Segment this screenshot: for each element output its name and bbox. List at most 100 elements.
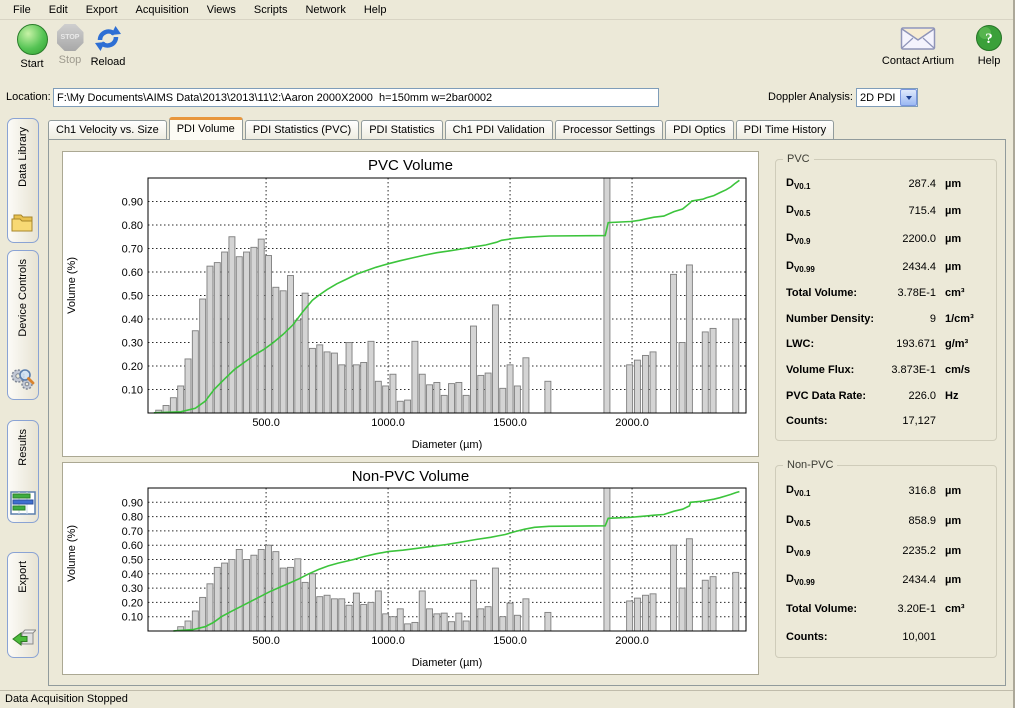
stat-unit: µm bbox=[936, 233, 961, 245]
tab-pdi-time-history[interactable]: PDI Time History bbox=[736, 120, 835, 139]
stat-label: DV0.99 bbox=[786, 573, 884, 587]
doppler-analysis-value: 2D PDI bbox=[857, 92, 900, 104]
stat-label: DV0.9 bbox=[786, 544, 884, 558]
svg-text:0.70: 0.70 bbox=[122, 244, 143, 256]
start-label: Start bbox=[20, 58, 43, 70]
tab-processor-settings[interactable]: Processor Settings bbox=[555, 120, 663, 139]
stat-unit: µm bbox=[936, 574, 961, 586]
tab-pdi-volume[interactable]: PDI Volume bbox=[169, 117, 243, 140]
menu-item-file[interactable]: File bbox=[4, 1, 40, 19]
menu-item-edit[interactable]: Edit bbox=[40, 1, 77, 19]
stat-label: DV0.99 bbox=[786, 260, 884, 274]
stat-row: DV0.5715.4µm bbox=[776, 204, 996, 218]
stat-label: LWC: bbox=[786, 338, 884, 350]
tab-pdi-statistics-pvc[interactable]: PDI Statistics (PVC) bbox=[245, 120, 359, 139]
menu-item-acquisition[interactable]: Acquisition bbox=[127, 1, 198, 19]
sidebar-item-data-library[interactable]: Data Library bbox=[7, 118, 39, 243]
stop-glyph: STOP bbox=[61, 34, 80, 41]
svg-text:?: ? bbox=[985, 31, 993, 47]
stat-row: Counts:10,001 bbox=[776, 631, 996, 643]
chart-icon bbox=[10, 491, 36, 518]
svg-text:0.80: 0.80 bbox=[122, 512, 143, 524]
stat-unit: g/m³ bbox=[936, 338, 968, 350]
stat-unit: 1/cm³ bbox=[936, 313, 974, 325]
stat-value: 17,127 bbox=[884, 415, 936, 427]
stat-unit: Hz bbox=[936, 390, 958, 402]
reload-icon bbox=[93, 24, 123, 53]
svg-text:0.60: 0.60 bbox=[122, 267, 143, 279]
stat-label: Total Volume: bbox=[786, 287, 884, 299]
sidebar-item-export[interactable]: Export bbox=[7, 552, 39, 658]
pvc-stats-groupbox: PVC DV0.1287.4µmDV0.5715.4µmDV0.92200.0µ… bbox=[775, 159, 997, 441]
svg-text:1500.0: 1500.0 bbox=[493, 635, 527, 647]
stat-row: Number Density:91/cm³ bbox=[776, 313, 996, 325]
svg-text:0.70: 0.70 bbox=[122, 526, 143, 538]
export-icon bbox=[10, 626, 36, 653]
stat-row: DV0.92235.2µm bbox=[776, 544, 996, 558]
svg-text:0.90: 0.90 bbox=[122, 197, 143, 209]
menu-item-network[interactable]: Network bbox=[296, 1, 354, 19]
sidebar-item-device-controls[interactable]: Device Controls bbox=[7, 250, 39, 400]
reload-button[interactable]: Reload bbox=[80, 24, 136, 68]
stat-row: LWC:193.671g/m³ bbox=[776, 338, 996, 350]
tab-pdi-statistics[interactable]: PDI Statistics bbox=[361, 120, 442, 139]
stat-value: 193.671 bbox=[884, 338, 936, 350]
sidebar-item-label: Data Library bbox=[17, 127, 29, 187]
folder-icon bbox=[10, 211, 36, 238]
tab-page-pdi-volume: PVC Volume Volume (%) 0.100.200.300.400.… bbox=[48, 139, 1006, 686]
stat-label: Number Density: bbox=[786, 313, 884, 325]
svg-text:0.60: 0.60 bbox=[122, 540, 143, 552]
chevron-down-icon[interactable] bbox=[900, 89, 917, 106]
stat-label: Counts: bbox=[786, 631, 884, 643]
stat-row: Total Volume:3.20E-1cm³ bbox=[776, 603, 996, 615]
stat-value: 9 bbox=[884, 313, 936, 325]
tab-ch1-pdi-validation[interactable]: Ch1 PDI Validation bbox=[445, 120, 553, 139]
pvc-volume-chart-panel: PVC Volume Volume (%) 0.100.200.300.400.… bbox=[62, 151, 759, 457]
stat-row: DV0.5858.9µm bbox=[776, 514, 996, 528]
svg-text:0.50: 0.50 bbox=[122, 555, 143, 567]
nonpvc-chart-xlabel: Diameter (µm) bbox=[148, 657, 746, 669]
stat-row: DV0.1316.8µm bbox=[776, 484, 996, 498]
stat-row: Total Volume:3.78E-1cm³ bbox=[776, 287, 996, 299]
stat-value: 2434.4 bbox=[884, 261, 936, 273]
tab-ch1-velocity-vs-size[interactable]: Ch1 Velocity vs. Size bbox=[48, 120, 167, 139]
location-label: Location: bbox=[6, 91, 51, 103]
sidebar-item-label: Results bbox=[17, 429, 29, 466]
sidebar: Data Library Device Controls Results Export bbox=[0, 115, 47, 688]
menu-item-scripts[interactable]: Scripts bbox=[245, 1, 297, 19]
menu-item-export[interactable]: Export bbox=[77, 1, 127, 19]
stat-label: Counts: bbox=[786, 415, 884, 427]
stat-unit: µm bbox=[936, 205, 961, 217]
application-window: FileEditExportAcquisitionViewsScriptsNet… bbox=[0, 0, 1015, 708]
sidebar-item-results[interactable]: Results bbox=[7, 420, 39, 523]
svg-text:2000.0: 2000.0 bbox=[615, 635, 649, 647]
stat-row: PVC Data Rate:226.0Hz bbox=[776, 390, 996, 402]
nonpvc-stats-title: Non-PVC bbox=[783, 459, 837, 471]
svg-text:0.20: 0.20 bbox=[122, 597, 143, 609]
svg-text:2000.0: 2000.0 bbox=[615, 417, 649, 429]
nonpvc-stats-groupbox: Non-PVC DV0.1316.8µmDV0.5858.9µmDV0.9223… bbox=[775, 465, 997, 658]
sidebar-item-label: Device Controls bbox=[17, 259, 29, 337]
stat-label: DV0.5 bbox=[786, 514, 884, 528]
nonpvc-volume-chart-panel: Non-PVC Volume Volume (%) 0.100.200.300.… bbox=[62, 462, 759, 675]
location-input[interactable] bbox=[53, 88, 659, 107]
stat-label: DV0.9 bbox=[786, 232, 884, 246]
contact-artium-button[interactable]: Contact Artium bbox=[878, 24, 958, 67]
stat-row: DV0.92200.0µm bbox=[776, 232, 996, 246]
svg-text:1000.0: 1000.0 bbox=[371, 635, 405, 647]
sidebar-item-label: Export bbox=[17, 561, 29, 593]
contact-artium-label: Contact Artium bbox=[882, 55, 954, 67]
menu-item-help[interactable]: Help bbox=[355, 1, 396, 19]
help-button[interactable]: ? Help bbox=[969, 24, 1009, 67]
doppler-analysis-select[interactable]: 2D PDI bbox=[856, 88, 918, 107]
menu-item-views[interactable]: Views bbox=[198, 1, 245, 19]
nonpvc-volume-chart: 0.100.200.300.400.500.600.700.800.90500.… bbox=[63, 463, 758, 674]
stat-label: PVC Data Rate: bbox=[786, 390, 884, 402]
menubar: FileEditExportAcquisitionViewsScriptsNet… bbox=[0, 0, 1013, 20]
tab-pdi-optics[interactable]: PDI Optics bbox=[665, 120, 734, 139]
help-icon: ? bbox=[975, 24, 1003, 52]
stat-row: DV0.992434.4µm bbox=[776, 260, 996, 274]
stop-label: Stop bbox=[59, 54, 82, 66]
stat-value: 10,001 bbox=[884, 631, 936, 643]
stat-unit: µm bbox=[936, 178, 961, 190]
